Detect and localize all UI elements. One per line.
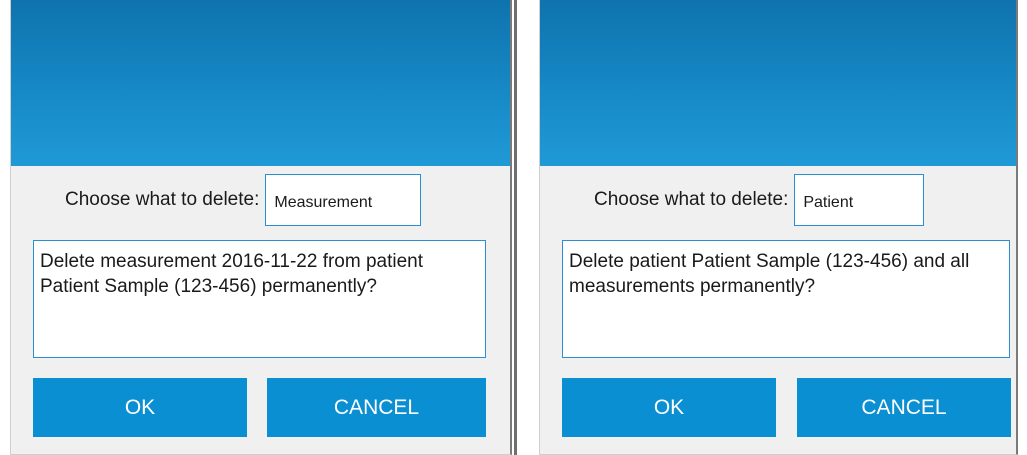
screenshot-stage: Choose what to delete: Measurement Delet… — [0, 0, 1027, 455]
dialog-header-banner — [11, 0, 510, 166]
choose-row: Choose what to delete: Patient — [594, 172, 925, 228]
choose-label: Choose what to delete: — [65, 189, 260, 210]
ok-button[interactable]: OK — [33, 378, 247, 437]
delete-type-select[interactable]: Patient — [794, 174, 925, 226]
delete-type-select[interactable]: Measurement — [265, 174, 422, 226]
choose-row: Choose what to delete: Measurement — [65, 172, 422, 228]
delete-dialog-patient: Choose what to delete: Patient Delete pa… — [539, 0, 1018, 455]
confirmation-message: Delete patient Patient Sample (123-456) … — [562, 240, 1010, 358]
cancel-button[interactable]: CANCEL — [267, 378, 486, 437]
choose-label: Choose what to delete: — [594, 189, 789, 210]
panel-divider — [514, 0, 517, 455]
cancel-button[interactable]: CANCEL — [797, 378, 1011, 437]
confirmation-message: Delete measurement 2016-11-22 from patie… — [33, 240, 486, 358]
dialog-header-banner — [540, 0, 1016, 166]
ok-button[interactable]: OK — [562, 378, 776, 437]
delete-dialog-measurement: Choose what to delete: Measurement Delet… — [10, 0, 512, 455]
